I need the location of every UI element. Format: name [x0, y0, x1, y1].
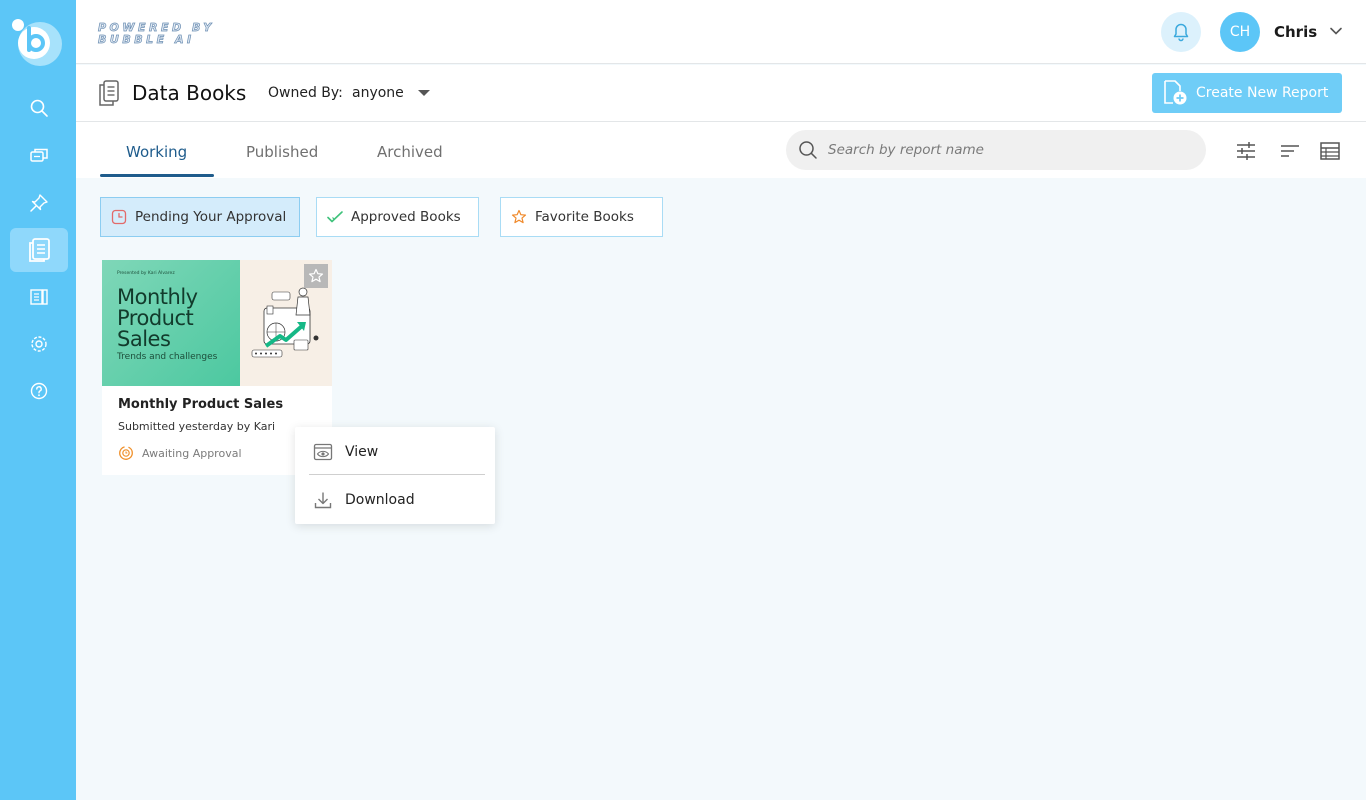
menu-item-view[interactable]: View	[295, 430, 495, 474]
report-title[interactable]: Monthly Product Sales	[118, 397, 283, 412]
status-text: Awaiting Approval	[142, 446, 242, 460]
create-new-report-label: Create New Report	[1196, 85, 1329, 101]
owned-by-label: Owned By:	[268, 85, 343, 101]
report-thumbnail[interactable]: Presented by Kari Alvarez Monthly Produc…	[102, 260, 332, 386]
menu-item-label: Download	[345, 492, 415, 508]
filter-label: Pending Your Approval	[135, 209, 287, 225]
data-books-icon	[29, 238, 50, 262]
filter-pending-approval[interactable]: Pending Your Approval	[100, 197, 300, 237]
settings-icon	[31, 336, 47, 352]
title-bar: Data Books Owned By: anyone Create New R…	[76, 65, 1366, 122]
filter-favorite-books[interactable]: Favorite Books	[500, 197, 663, 237]
sidebar-item-help[interactable]	[10, 369, 68, 413]
sort-icon[interactable]	[1279, 140, 1301, 162]
avatar[interactable]: CH	[1220, 12, 1260, 52]
filter-approved-books[interactable]: Approved Books	[316, 197, 479, 237]
star-outline-icon	[308, 268, 324, 283]
filter-label: Approved Books	[351, 209, 461, 225]
menu-divider	[309, 474, 485, 475]
tab-archived[interactable]: Archived	[377, 143, 443, 161]
top-bar: POWERED BY BUBBLE AI CH Chris	[76, 0, 1366, 64]
search-icon	[799, 141, 817, 159]
star-icon	[511, 209, 527, 224]
tab-published[interactable]: Published	[246, 143, 318, 161]
help-icon	[30, 382, 48, 400]
sidebar	[0, 0, 76, 800]
sidebar-item-data-books[interactable]	[10, 228, 68, 272]
sidebar-item-pinned[interactable]	[10, 181, 68, 225]
menu-item-label: View	[345, 444, 379, 460]
search-icon	[30, 99, 48, 117]
active-tab-indicator	[100, 174, 214, 177]
favorite-toggle[interactable]	[304, 264, 328, 288]
clock-icon	[111, 209, 127, 225]
filter-sliders-icon[interactable]	[1235, 140, 1257, 162]
powered-by-logo: POWERED BY BUBBLE AI	[98, 21, 215, 46]
sidebar-item-settings[interactable]	[10, 322, 68, 366]
thumbnail-cover: Presented by Kari Alvarez Monthly Produc…	[102, 260, 240, 386]
thumbnail-subtitle: Trends and challenges	[117, 352, 218, 362]
create-new-report-button[interactable]: Create New Report	[1152, 73, 1342, 113]
page-title: Data Books	[132, 81, 247, 105]
thumbnail-presenter: Presented by Kari Alvarez	[117, 271, 175, 276]
search-box	[786, 130, 1206, 170]
sidebar-item-chat[interactable]	[10, 134, 68, 178]
table-view-icon[interactable]	[1319, 140, 1341, 162]
app-logo[interactable]	[10, 14, 66, 70]
search-input[interactable]	[828, 139, 1188, 161]
user-name[interactable]: Chris	[1274, 23, 1317, 41]
tabs-row: Working Published Archived	[76, 122, 1366, 178]
data-books-title-icon	[99, 80, 119, 106]
notifications-button[interactable]	[1161, 12, 1201, 52]
pin-icon	[30, 194, 48, 212]
menu-item-download[interactable]: Download	[295, 478, 495, 522]
card-context-menu: View Download	[295, 427, 495, 524]
sidebar-item-search[interactable]	[10, 86, 68, 130]
status-badge: Awaiting Approval	[118, 445, 242, 461]
tab-working[interactable]: Working	[126, 143, 187, 161]
filter-label: Favorite Books	[535, 209, 634, 225]
add-document-icon	[1164, 80, 1187, 105]
check-icon	[327, 211, 343, 223]
caret-down-icon[interactable]	[418, 90, 430, 96]
bell-icon	[1173, 23, 1189, 42]
download-icon	[314, 492, 332, 509]
chevron-down-icon[interactable]	[1329, 24, 1343, 38]
view-icon	[313, 443, 333, 461]
chat-icon	[30, 148, 48, 162]
sidebar-item-reports[interactable]	[10, 275, 68, 319]
reports-icon	[30, 289, 48, 305]
thumbnail-title: Monthly Product Sales	[117, 285, 198, 351]
report-submitted: Submitted yesterday by Kari	[118, 420, 276, 433]
owned-by-select[interactable]: anyone	[352, 85, 404, 101]
pending-status-icon	[119, 446, 133, 460]
